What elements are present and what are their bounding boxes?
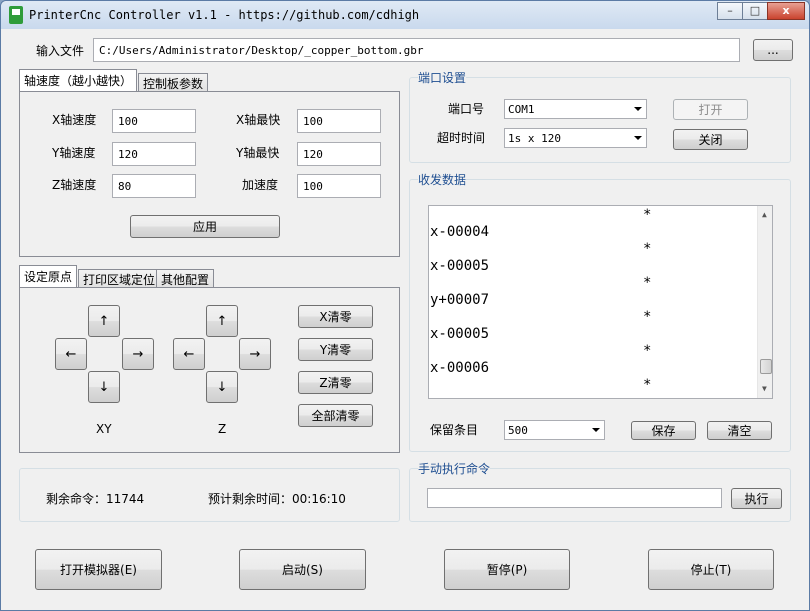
scroll-thumb[interactable]: [760, 359, 772, 374]
tab-board-params[interactable]: 控制板参数: [138, 73, 209, 92]
xy-up-button[interactable]: ↑: [88, 305, 120, 337]
log-line: *: [643, 241, 652, 257]
log-line: y+00007: [430, 292, 490, 308]
remaining-time: 预计剩余时间：00:16:10: [208, 492, 346, 506]
apply-button[interactable]: 应用: [130, 215, 280, 238]
xy-left-button[interactable]: ←: [55, 338, 87, 370]
log-line: x-00004: [430, 224, 490, 240]
z-right-button[interactable]: →: [239, 338, 271, 370]
z-label: Z: [218, 422, 227, 436]
z-speed-label: Z轴速度: [52, 178, 97, 192]
scroll-up-icon[interactable]: ▲: [762, 210, 767, 219]
port-settings-title: 端口设置: [418, 69, 467, 86]
z-down-button[interactable]: ↓: [206, 371, 238, 403]
x-zero-button[interactable]: X清零: [298, 305, 373, 328]
manual-command-title: 手动执行命令: [418, 460, 491, 477]
chevron-down-icon: [592, 428, 600, 432]
y-speed-label: Y轴速度: [52, 146, 96, 160]
tab-set-origin[interactable]: 设定原点: [19, 265, 78, 287]
scroll-down-icon[interactable]: ▼: [762, 384, 767, 393]
chevron-down-icon: [634, 136, 642, 140]
x-speed-label: X轴速度: [52, 113, 97, 127]
accel-input[interactable]: 100: [297, 174, 381, 198]
remaining-commands: 剩余命令：11744: [46, 492, 145, 506]
log-scrollbar[interactable]: ▲ ▼: [757, 206, 772, 398]
browse-button[interactable]: ...: [753, 39, 793, 61]
log-line: *: [643, 343, 652, 359]
xy-right-button[interactable]: →: [122, 338, 154, 370]
timeout-label: 超时时间: [437, 131, 486, 145]
log-line: *: [643, 309, 652, 325]
pause-button[interactable]: 暂停(P): [444, 549, 570, 590]
x-speed-input[interactable]: 100: [112, 109, 196, 133]
printer-app-icon: [9, 6, 23, 24]
keep-entries-value: 500: [508, 423, 528, 437]
y-speed-input[interactable]: 120: [112, 142, 196, 166]
all-zero-button[interactable]: 全部清零: [298, 404, 373, 427]
main-window: PrinterCnc Controller v1.1 - https://git…: [0, 0, 810, 611]
port-select-value: COM1: [508, 102, 535, 116]
input-file-label: 输入文件: [36, 44, 85, 58]
log-line: *: [643, 275, 652, 291]
log-line: x-00005: [430, 258, 490, 274]
file-path-input[interactable]: C:/Users/Administrator/Desktop/_copper_b…: [93, 38, 740, 62]
keep-entries-select[interactable]: 500: [504, 420, 605, 440]
tab-axis-speed[interactable]: 轴速度（越小越快）: [19, 69, 138, 91]
manual-command-input[interactable]: [427, 488, 722, 508]
maximize-button[interactable]: □: [742, 2, 768, 20]
close-port-button[interactable]: 关闭: [673, 129, 748, 150]
clear-button[interactable]: 清空: [707, 421, 772, 440]
start-button[interactable]: 启动(S): [239, 549, 366, 590]
close-window-button[interactable]: x: [767, 2, 805, 20]
data-group-title: 收发数据: [418, 171, 467, 188]
minimize-button[interactable]: –: [717, 2, 743, 20]
window-title: PrinterCnc Controller v1.1 - https://git…: [29, 8, 420, 22]
execute-button[interactable]: 执行: [731, 488, 782, 509]
xy-down-button[interactable]: ↓: [88, 371, 120, 403]
xy-label: XY: [96, 422, 112, 436]
port-select[interactable]: COM1: [504, 99, 647, 119]
save-button[interactable]: 保存: [631, 421, 696, 440]
z-left-button[interactable]: ←: [173, 338, 205, 370]
port-label: 端口号: [448, 102, 485, 116]
keep-entries-label: 保留条目: [430, 423, 479, 437]
log-line: x-00005: [430, 326, 490, 342]
y-max-input[interactable]: 120: [297, 142, 381, 166]
speed-tab-panel: X轴速度 100 Y轴速度 120 Z轴速度 80 X轴最快 100 Y轴最快 …: [19, 91, 400, 257]
y-zero-button[interactable]: Y清零: [298, 338, 373, 361]
client-area: 输入文件 C:/Users/Administrator/Desktop/_cop…: [9, 31, 803, 604]
manual-command-group: 手动执行命令 执行: [409, 460, 791, 522]
tab-print-area[interactable]: 打印区域定位: [78, 269, 161, 288]
status-box: 剩余命令：11744 预计剩余时间：00:16:10: [19, 468, 400, 522]
z-up-button[interactable]: ↑: [206, 305, 238, 337]
data-log[interactable]: * x-00004 * x-00005 * y+00007 * x-00005 * x-00006…: [428, 205, 773, 399]
timeout-select[interactable]: 1s x 120: [504, 128, 647, 148]
open-port-button[interactable]: 打开: [673, 99, 748, 120]
data-group: 收发数据 * x-00004 * x-00005 * y+00007 * x-00005 * x-…: [409, 171, 791, 452]
x-max-input[interactable]: 100: [297, 109, 381, 133]
origin-tab-panel: ↑ ← → ↓ XY ↑ ← → ↓ Z X清零 Y清零 Z清零 全部清零: [19, 287, 400, 453]
port-settings-group: 端口设置 端口号 COM1 超时时间 1s x 120 打开 关闭: [409, 69, 791, 163]
z-zero-button[interactable]: Z清零: [298, 371, 373, 394]
z-speed-input[interactable]: 80: [112, 174, 196, 198]
accel-label: 加速度: [242, 178, 279, 192]
timeout-select-value: 1s x 120: [508, 131, 561, 145]
tab-other-config[interactable]: 其他配置: [156, 269, 215, 288]
stop-button[interactable]: 停止(T): [648, 549, 774, 590]
log-line: *: [643, 207, 652, 223]
x-max-label: X轴最快: [236, 113, 281, 127]
chevron-down-icon: [634, 107, 642, 111]
y-max-label: Y轴最快: [236, 146, 280, 160]
open-simulator-button[interactable]: 打开模拟器(E): [35, 549, 162, 590]
log-line: *: [643, 377, 652, 393]
log-line: x-00006: [430, 360, 490, 376]
title-bar[interactable]: PrinterCnc Controller v1.1 - https://git…: [1, 1, 809, 29]
